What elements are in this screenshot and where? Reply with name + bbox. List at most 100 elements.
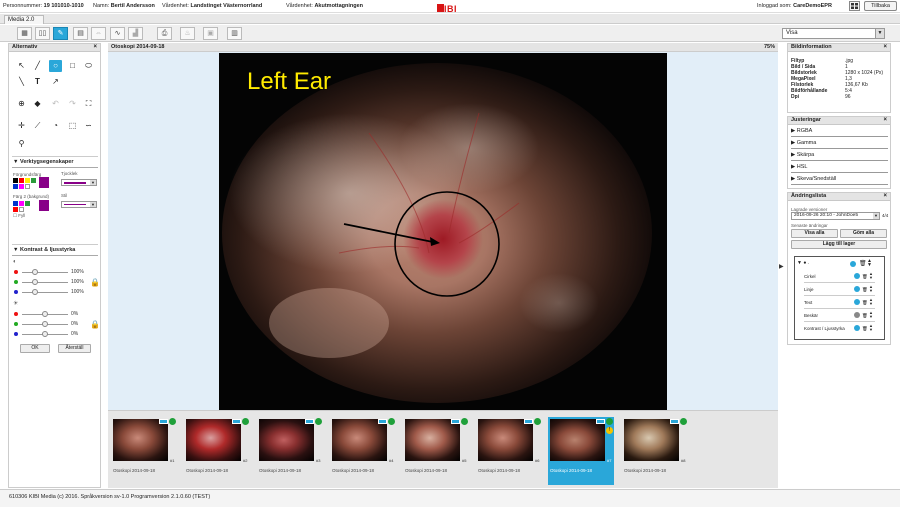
adjust-hsl[interactable]: ▶ HSL: [791, 162, 888, 173]
angle-icon[interactable]: ◔: [49, 120, 62, 132]
slider-knob[interactable]: [32, 269, 38, 275]
lock-icon[interactable]: 🔒: [90, 278, 100, 287]
close-icon[interactable]: ×: [883, 44, 887, 51]
freeform-icon[interactable]: ∽: [82, 120, 95, 132]
layer-item[interactable]: Linje 🗑 ▲ ▼: [804, 284, 875, 296]
selected-color-2[interactable]: [39, 200, 49, 211]
text-icon[interactable]: T: [31, 76, 44, 88]
color-swatch[interactable]: [19, 207, 24, 212]
adjust-gamma[interactable]: ▶ Gamma: [791, 138, 888, 149]
color-swatch[interactable]: [13, 207, 18, 212]
image-viewer[interactable]: Left Ear: [108, 52, 778, 410]
thumbnail[interactable]: #5 Otoskopi 2014-09-18: [403, 417, 469, 485]
layer-item[interactable]: Kontrast / Ljusstyrka 🗑 ▲ ▼: [804, 323, 875, 335]
thumbnail-selected[interactable]: ! #7 Otoskopi 2014-09-18: [548, 417, 614, 485]
color-swatch[interactable]: [19, 178, 24, 183]
show-all-button[interactable]: Visa alla: [791, 229, 838, 238]
hide-all-button[interactable]: Göm alla: [840, 229, 887, 238]
thumbnail[interactable]: #6 Otoskopi 2014-09-18: [476, 417, 542, 485]
color-swatch[interactable]: [13, 184, 18, 189]
tab-media[interactable]: Media 2.0: [4, 15, 44, 24]
thickness-select[interactable]: ▼: [61, 179, 97, 186]
fire-icon[interactable]: ♨: [180, 27, 195, 40]
rotate-icon[interactable]: ◆: [31, 98, 44, 110]
otoscope-image[interactable]: Left Ear: [219, 53, 667, 410]
reorder-icon[interactable]: ▲ ▼: [869, 298, 873, 306]
back-button[interactable]: Tillbaka: [864, 1, 897, 11]
trash-icon[interactable]: 🗑: [862, 310, 868, 321]
reset-button[interactable]: Återställ: [58, 344, 91, 353]
color-swatch[interactable]: [25, 184, 30, 189]
area-icon[interactable]: ⬚: [66, 120, 79, 132]
thumbnail[interactable]: #3 Otoskopi 2014-09-18: [257, 417, 323, 485]
eye-icon[interactable]: [854, 312, 860, 318]
adjust-rgba[interactable]: ▶ RGBA: [791, 126, 888, 137]
close-icon[interactable]: ×: [883, 117, 887, 124]
thumbnail[interactable]: #2 Otoskopi 2014-09-18: [184, 417, 250, 485]
save-icon[interactable]: ▣: [203, 27, 218, 40]
print-icon[interactable]: ⎙: [157, 27, 172, 40]
rectangle-icon[interactable]: □: [66, 60, 79, 72]
eye-icon[interactable]: [854, 286, 860, 292]
color-swatch[interactable]: [31, 178, 36, 183]
eye-icon[interactable]: [854, 273, 860, 279]
adjust-skew[interactable]: ▶ Skeva/Snedställ: [791, 174, 888, 185]
slider-knob[interactable]: [32, 289, 38, 295]
circle-icon[interactable]: ○: [49, 60, 62, 72]
color-swatch[interactable]: [25, 178, 30, 183]
thumbnail[interactable]: #4 Otoskopi 2014-09-18: [330, 417, 396, 485]
color-swatch[interactable]: [13, 178, 18, 183]
color-swatch[interactable]: [13, 201, 18, 206]
eye-icon[interactable]: [854, 325, 860, 331]
thumbnail[interactable]: #8 Otoskopi 2014-09-18: [622, 417, 688, 485]
trash-icon[interactable]: 🗑: [862, 297, 868, 308]
close-icon[interactable]: ×: [883, 193, 887, 200]
grid-2-icon[interactable]: ▯▯: [35, 27, 50, 40]
eye-icon[interactable]: [850, 261, 856, 267]
reorder-icon[interactable]: ▲ ▼: [869, 311, 873, 319]
adjust-sharpness[interactable]: ▶ Skärpa: [791, 150, 888, 161]
selected-color[interactable]: [39, 177, 49, 188]
style-select[interactable]: ▼: [61, 201, 97, 208]
pointer-icon[interactable]: ↖: [15, 60, 28, 72]
trash-icon[interactable]: 🗑: [862, 271, 868, 282]
version-select[interactable]: 2016-09-26 20:10 - JohnDoe5 ▼: [791, 212, 880, 220]
reorder-icon[interactable]: ▲ ▼: [867, 259, 872, 268]
slider-knob[interactable]: [42, 321, 48, 327]
arrow-tool-icon[interactable]: ↗: [49, 76, 62, 88]
crosshair-icon[interactable]: ✛: [15, 120, 28, 132]
color-swatch[interactable]: [19, 201, 24, 206]
green-slider[interactable]: [22, 282, 68, 283]
add-layer-button[interactable]: Lägg till lager: [791, 240, 887, 249]
layer-item[interactable]: Text 🗑 ▲ ▼: [804, 297, 875, 309]
film-icon[interactable]: ▤: [73, 27, 88, 40]
reorder-icon[interactable]: ▲ ▼: [869, 285, 873, 293]
chart-icon[interactable]: ▟: [128, 27, 143, 40]
layer-item[interactable]: Beskär 🗑 ▲ ▼: [804, 310, 875, 322]
measure-icon[interactable]: ⟋: [31, 120, 44, 132]
waveform-icon[interactable]: ∿: [110, 27, 125, 40]
calc-icon[interactable]: ▥: [227, 27, 242, 40]
trash-icon[interactable]: 🗑: [859, 260, 867, 267]
trash-icon[interactable]: 🗑: [862, 284, 868, 295]
close-icon[interactable]: ×: [93, 44, 97, 51]
annotation-text[interactable]: Left Ear: [247, 68, 331, 95]
redo-icon[interactable]: ↷: [66, 98, 79, 110]
eye-icon[interactable]: [854, 299, 860, 305]
fill-checkbox[interactable]: ☐ Fyll: [13, 213, 25, 219]
slider-knob[interactable]: [42, 311, 48, 317]
zoom-icon[interactable]: ⊕: [15, 98, 28, 110]
view-select[interactable]: Visa ▼: [782, 28, 885, 39]
ellipse-icon[interactable]: ⬭: [82, 60, 95, 72]
pen-icon[interactable]: ✎: [53, 27, 68, 40]
reorder-icon[interactable]: ▲ ▼: [869, 272, 873, 280]
slider-knob[interactable]: [32, 279, 38, 285]
layer-group-header[interactable]: ▼ ● -: [797, 260, 809, 266]
compare-icon[interactable]: ⇔: [91, 27, 106, 40]
lock-icon[interactable]: 🔒: [90, 320, 100, 329]
reorder-icon[interactable]: ▲ ▼: [869, 324, 873, 332]
ok-button[interactable]: OK: [20, 344, 50, 353]
red-slider[interactable]: [22, 272, 68, 273]
slider-knob[interactable]: [42, 331, 48, 337]
collapse-right-icon[interactable]: ▶: [779, 263, 786, 277]
